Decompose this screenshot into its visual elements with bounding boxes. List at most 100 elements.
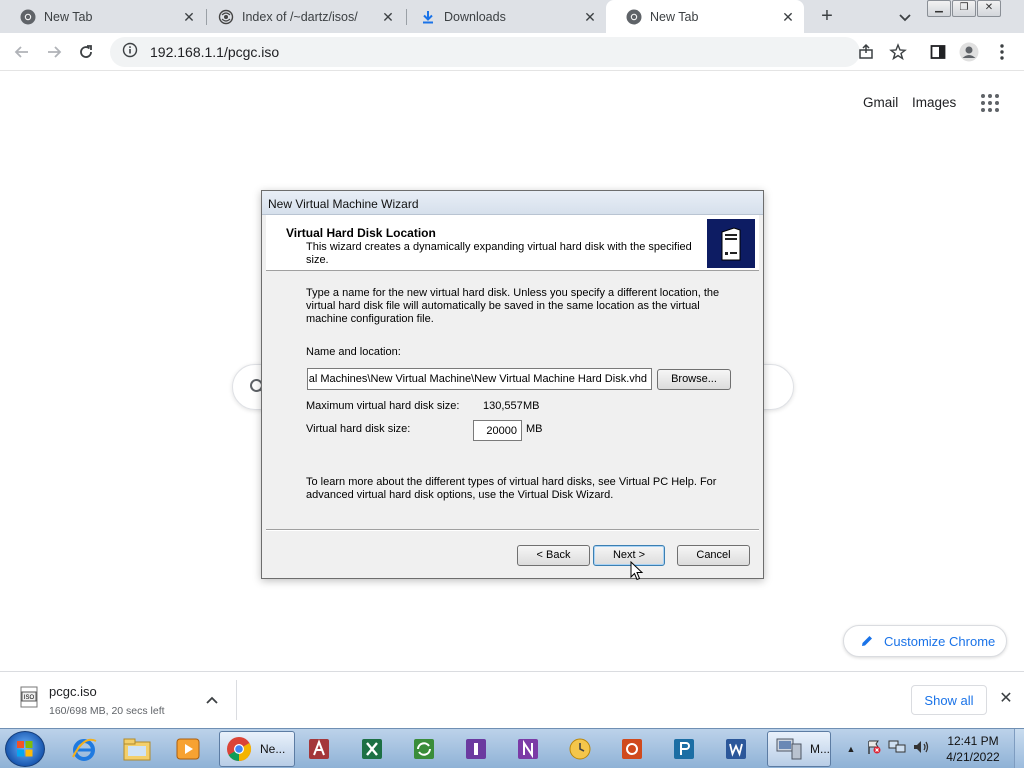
info-icon[interactable] [122,42,138,63]
taskbar-chrome-button[interactable]: Ne... [219,731,295,767]
name-location-input[interactable]: ual Machines\New Virtual Machine\New Vir… [307,368,652,390]
publisher-icon[interactable] [664,732,704,766]
volume-icon[interactable] [912,739,930,760]
chrome-icon [227,737,252,761]
name-location-label: Name and location: [306,346,401,358]
tab-index-of-isos[interactable]: Index of /~dartz/isos/ ✕ [198,0,404,33]
chrome-icon [20,9,36,25]
cancel-button[interactable]: Cancel [677,545,750,566]
close-icon[interactable]: ✕ [780,9,796,25]
tab-title: Downloads [444,9,506,24]
tab-strip: New Tab ✕ Index of /~dartz/isos/ ✕ Downl… [0,0,1024,33]
notification-area: ▲ [844,729,930,768]
browse-button[interactable]: Browse... [657,369,731,390]
download-separator [236,680,237,720]
windows-logo-icon [17,741,33,757]
profile-avatar-icon[interactable] [959,42,979,62]
tab-title: Index of /~dartz/isos/ [242,9,358,24]
virtual-machine-icon [707,219,755,268]
close-icon[interactable]: ✕ [998,691,1014,707]
close-icon[interactable]: ✕ [380,9,396,25]
url-text: 192.168.1.1/pcgc.iso [150,44,280,60]
wizard-body: Type a name for the new virtual hard dis… [266,273,759,528]
show-hidden-icons-icon[interactable]: ▲ [844,744,858,754]
disk-size-input[interactable]: 20000 [473,420,522,441]
forward-arrow-icon[interactable] [44,42,64,62]
taskbar-vpc-label: M... [810,742,830,756]
disk-size-label: Virtual hard disk size: [306,423,411,435]
access-icon[interactable] [299,732,339,766]
site-icon [218,9,234,25]
next-button[interactable]: Next > [593,545,665,566]
tab-title: New Tab [650,9,699,24]
gmail-link[interactable]: Gmail [863,95,898,110]
virtual-pc-icon [776,738,802,760]
infopath-icon[interactable] [456,732,496,766]
back-button[interactable]: < Back [517,545,590,566]
show-desktop-button[interactable] [1014,729,1024,768]
images-link[interactable]: Images [912,95,956,110]
maximize-button[interactable]: ❐ [952,0,976,17]
download-filename[interactable]: pcgc.iso [49,684,97,699]
close-window-button[interactable]: ✕ [977,0,1001,17]
back-arrow-icon[interactable] [12,42,32,62]
new-tab-button[interactable]: + [816,6,838,28]
download-icon [420,9,436,25]
taskbar-virtual-pc-button[interactable]: M... [767,731,831,767]
dialog-separator [266,529,759,531]
side-panel-icon[interactable] [928,42,948,62]
word-icon[interactable] [716,732,756,766]
chevron-down-icon[interactable] [896,8,914,26]
chrome-icon [626,9,642,25]
action-center-flag-icon[interactable] [866,739,882,760]
reload-icon[interactable] [76,42,96,62]
show-all-button[interactable]: Show all [911,685,987,715]
disk-size-unit: MB [526,423,543,435]
customize-label: Customize Chrome [884,633,996,649]
download-status: 160/698 MB, 20 secs left [49,705,165,717]
onenote-icon[interactable] [508,732,548,766]
dialog-title[interactable]: New Virtual Machine Wizard [262,191,763,215]
browser-toolbar: 192.168.1.1/pcgc.iso [0,33,1024,71]
system-clock[interactable]: 12:41 PM 4/21/2022 [940,733,1006,765]
taskbar-chrome-label: Ne... [260,742,286,756]
sync-icon[interactable] [404,732,444,766]
help-text: To learn more about the different types … [306,476,717,501]
max-size-value: 130,557 [483,400,523,412]
chevron-up-icon[interactable] [204,692,220,708]
svg-text:ISO: ISO [24,695,35,701]
outlook-icon[interactable] [560,732,600,766]
iso-file-icon[interactable]: ISO [18,686,40,708]
clock-date: 4/21/2022 [946,750,1000,764]
download-shelf: ISO pcgc.iso 160/698 MB, 20 secs left Sh… [0,671,1024,728]
powerpoint-icon[interactable] [612,732,652,766]
wizard-subheading: This wizard creates a dynamically expand… [306,241,692,266]
apps-grid-icon[interactable] [981,94,999,112]
wizard-heading: Virtual Hard Disk Location [286,226,436,240]
star-icon[interactable] [888,42,908,62]
tab-new-tab-active[interactable]: New Tab ✕ [606,0,804,33]
menu-dots-icon[interactable] [992,42,1012,62]
intro-text: Type a name for the new virtual hard dis… [306,287,720,325]
media-player-icon[interactable] [168,732,208,766]
max-size-label: Maximum virtual hard disk size: [306,400,460,412]
excel-icon[interactable] [352,732,392,766]
new-virtual-machine-wizard-dialog: New Virtual Machine Wizard Virtual Hard … [261,190,764,579]
window-controls: ▁ ❐ ✕ [927,0,1002,17]
start-button[interactable] [5,731,45,767]
clock-time: 12:41 PM [947,734,999,748]
customize-chrome-button[interactable]: Customize Chrome [843,625,1007,657]
tab-new-tab-1[interactable]: New Tab ✕ [0,0,205,33]
windows-taskbar: Ne... M... ▲ 12:41 PM 4/21/2022 [0,728,1024,768]
wizard-header: Virtual Hard Disk Location This wizard c… [266,215,759,271]
internet-explorer-icon[interactable] [64,732,104,766]
network-icon[interactable] [888,739,906,760]
pencil-icon [862,636,872,646]
tab-downloads[interactable]: Downloads ✕ [400,0,606,33]
close-icon[interactable]: ✕ [181,9,197,25]
share-icon[interactable] [856,42,876,62]
address-bar[interactable]: 192.168.1.1/pcgc.iso [110,37,860,67]
close-icon[interactable]: ✕ [582,9,598,25]
minimize-button[interactable]: ▁ [927,0,951,17]
windows-explorer-icon[interactable] [117,732,157,766]
